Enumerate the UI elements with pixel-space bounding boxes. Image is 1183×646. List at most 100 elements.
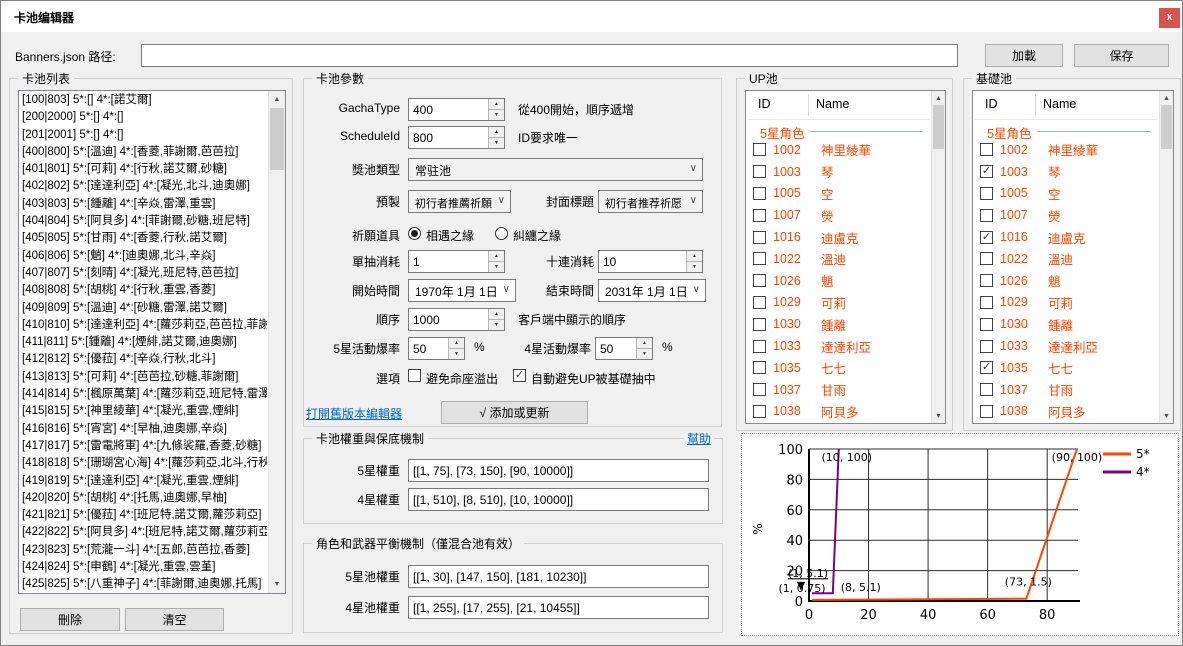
list-item[interactable]: [412|812] 5*:[優菈] 4*:[辛焱,行秋,北斗]	[22, 351, 267, 368]
endtime-picker[interactable]: 2031年 1月 1日∨	[598, 279, 706, 302]
scroll-down-icon[interactable]: ▼	[932, 409, 945, 423]
list-item[interactable]: [424|824] 5*:[申鶴] 4*:[凝光,重雲,雲堇]	[22, 559, 267, 576]
scroll-up-icon[interactable]: ▲	[1160, 91, 1173, 105]
row-checkbox[interactable]	[753, 296, 766, 309]
row-checkbox[interactable]: ✓	[980, 165, 993, 178]
list-scrollbar[interactable]: ▲ ▼	[268, 91, 285, 593]
list-item[interactable]: [200|2000] 5*:[] 4*:[]	[22, 109, 267, 126]
list-item[interactable]: [407|807] 5*:[刻晴] 4*:[凝光,班尼特,芭芭拉]	[22, 265, 267, 282]
row-checkbox[interactable]	[980, 274, 993, 287]
checkbox-avoid-constellation-overflow[interactable]	[408, 369, 421, 382]
pool-row[interactable]: ✓1035七七	[973, 357, 1159, 379]
list-item[interactable]: [411|811] 5*:[鍾離] 4*:[煙緋,諾艾爾,迪奧娜]	[22, 334, 267, 351]
scroll-up-icon[interactable]: ▲	[269, 91, 285, 108]
weight4-input[interactable]	[408, 488, 709, 511]
base-pool-scrollbar[interactable]: ▲ ▼	[1159, 91, 1173, 423]
clear-button[interactable]: 清空	[125, 608, 224, 631]
scroll-up-icon[interactable]: ▲	[932, 91, 945, 105]
preset-select[interactable]: 初行者推薦祈願∨	[408, 190, 511, 213]
row-checkbox[interactable]	[753, 318, 766, 331]
rate4-stepper[interactable]: ▲▼	[636, 338, 652, 359]
row-checkbox[interactable]	[753, 340, 766, 353]
list-item[interactable]: [201|2001] 5*:[] 4*:[]	[22, 127, 267, 144]
row-checkbox[interactable]	[753, 274, 766, 287]
row-checkbox[interactable]	[753, 383, 766, 396]
row-checkbox[interactable]	[753, 209, 766, 222]
row-checkbox[interactable]	[753, 231, 766, 244]
pool-row[interactable]: 1038阿貝多	[973, 401, 1159, 423]
help-link[interactable]: 幫助	[684, 430, 714, 447]
list-item[interactable]: [413|813] 5*:[可莉] 4*:[芭芭拉,砂糖,菲謝爾]	[22, 369, 267, 386]
list-item[interactable]: [415|815] 5*:[神里綾華] 4*:[凝光,重雲,煙緋]	[22, 403, 267, 420]
pool-row[interactable]: 1026魈	[746, 270, 931, 292]
sort-stepper[interactable]: ▲▼	[488, 309, 504, 330]
pool-row[interactable]: 1037甘雨	[746, 379, 931, 401]
pool-row[interactable]: 1030鍾離	[973, 313, 1159, 335]
list-item[interactable]: [419|819] 5*:[達達利亞] 4*:[凝光,重雲,煙緋]	[22, 473, 267, 490]
list-item[interactable]: [406|806] 5*:[魈] 4*:[迪奧娜,北斗,辛焱]	[22, 248, 267, 265]
list-item[interactable]: [410|810] 5*:[達達利亞] 4*:[蘿莎莉亞,芭芭拉,菲謝爾]	[22, 317, 267, 334]
list-item[interactable]: [403|803] 5*:[鍾離] 4*:[辛焱,雷澤,重雲]	[22, 196, 267, 213]
list-item[interactable]: [425|825] 5*:[八重神子] 4*:[菲謝爾,迪奧娜,托馬]	[22, 576, 267, 592]
pool-weight4-input[interactable]	[408, 596, 709, 619]
scheduleid-stepper[interactable]: ▲▼	[488, 127, 504, 148]
save-button[interactable]: 保存	[1074, 44, 1169, 67]
pool-row[interactable]: 1035七七	[746, 357, 931, 379]
delete-button[interactable]: 刪除	[20, 608, 120, 631]
row-checkbox[interactable]	[980, 296, 993, 309]
rate5-stepper[interactable]: ▲▼	[448, 338, 464, 359]
weight5-input[interactable]	[408, 459, 709, 482]
row-checkbox[interactable]	[980, 383, 993, 396]
pool-row[interactable]: 1022溫迪	[746, 248, 931, 270]
scroll-thumb[interactable]	[1161, 105, 1172, 149]
radio-acquaint-fate[interactable]	[408, 227, 421, 240]
list-item[interactable]: [405|805] 5*:[甘雨] 4*:[香菱,行秋,諾艾爾]	[22, 230, 267, 247]
list-item[interactable]: [416|816] 5*:[宵宮] 4*:[早柚,迪奧娜,辛焱]	[22, 421, 267, 438]
scroll-thumb[interactable]	[270, 108, 284, 170]
row-checkbox[interactable]	[980, 318, 993, 331]
list-item[interactable]: [420|820] 5*:[胡桃] 4*:[托馬,迪奧娜,早柚]	[22, 490, 267, 507]
row-checkbox[interactable]	[753, 187, 766, 200]
pool-row[interactable]: 1002神里綾華	[746, 139, 931, 161]
banner-listbox[interactable]: [100|803] 5*:[] 4*:[諾艾爾][200|2000] 5*:[]…	[18, 90, 286, 594]
row-checkbox[interactable]	[980, 252, 993, 265]
close-icon[interactable]: x	[1159, 8, 1180, 28]
radio-intertwined-fate[interactable]	[495, 227, 508, 240]
list-item[interactable]: [100|803] 5*:[] 4*:[諾艾爾]	[22, 92, 267, 109]
list-item[interactable]: [423|823] 5*:[荒瀧一斗] 4*:[五郎,芭芭拉,香菱]	[22, 542, 267, 559]
row-checkbox[interactable]	[980, 340, 993, 353]
list-item[interactable]: [402|802] 5*:[達達利亞] 4*:[凝光,北斗,迪奧娜]	[22, 178, 267, 195]
add-update-button[interactable]: √ 添加或更新	[441, 401, 588, 424]
row-checkbox[interactable]: ✓	[980, 231, 993, 244]
starttime-picker[interactable]: 1970年 1月 1日∨	[408, 279, 516, 302]
path-input[interactable]	[141, 44, 958, 67]
row-checkbox[interactable]	[753, 405, 766, 418]
row-checkbox[interactable]	[980, 209, 993, 222]
list-item[interactable]: [414|814] 5*:[楓原萬葉] 4*:[蘿莎莉亞,班尼特,雷澤]	[22, 386, 267, 403]
pool-row[interactable]: 1033達達利亞	[746, 335, 931, 357]
scroll-down-icon[interactable]: ▼	[1160, 409, 1173, 423]
singlecost-stepper[interactable]: ▲▼	[488, 251, 504, 272]
row-checkbox[interactable]	[980, 405, 993, 418]
scroll-down-icon[interactable]: ▼	[269, 576, 285, 593]
pool-row[interactable]: 1005空	[973, 183, 1159, 205]
list-item[interactable]: [418|818] 5*:[珊瑚宮心海] 4*:[蘿莎莉亞,北斗,行秋]	[22, 455, 267, 472]
pool-row[interactable]: ✓1016迪盧克	[973, 226, 1159, 248]
covertitle-select[interactable]: 初行者推荐祈愿∨	[598, 190, 703, 213]
row-checkbox[interactable]	[753, 143, 766, 156]
pool-row[interactable]: 1033達達利亞	[973, 335, 1159, 357]
list-item[interactable]: [404|804] 5*:[阿貝多] 4*:[菲謝爾,砂糖,班尼特]	[22, 213, 267, 230]
pooltype-select[interactable]: 常驻池∨	[408, 158, 703, 181]
pool-weight5-input[interactable]	[408, 565, 709, 588]
pool-row[interactable]: 1007熒	[746, 204, 931, 226]
row-checkbox[interactable]	[753, 252, 766, 265]
pool-row[interactable]: ✓1003琴	[973, 161, 1159, 183]
checkbox-auto-avoid-up-in-base[interactable]: ✓	[513, 369, 526, 382]
pool-row[interactable]: 1022溫迪	[973, 248, 1159, 270]
scroll-thumb[interactable]	[933, 105, 944, 149]
row-checkbox[interactable]	[980, 143, 993, 156]
row-checkbox[interactable]	[753, 361, 766, 374]
list-item[interactable]: [421|821] 5*:[優菈] 4*:[班尼特,諾艾爾,蘿莎莉亞]	[22, 507, 267, 524]
row-checkbox[interactable]	[980, 187, 993, 200]
list-item[interactable]: [400|800] 5*:[溫迪] 4*:[香菱,菲謝爾,芭芭拉]	[22, 144, 267, 161]
